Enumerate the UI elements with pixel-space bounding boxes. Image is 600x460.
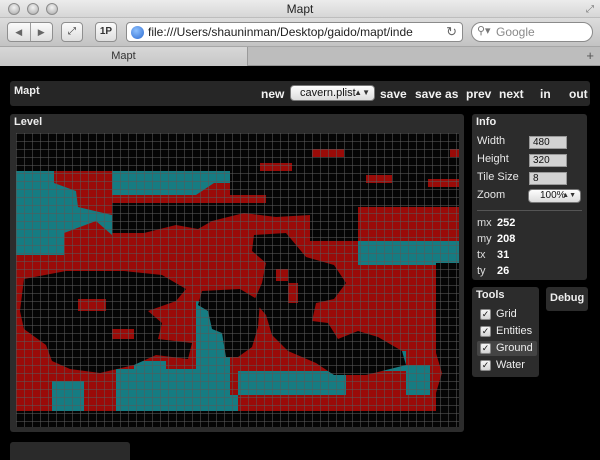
water-checkbox[interactable]: ✓ (480, 360, 491, 371)
reload-icon[interactable]: ↻ (446, 23, 457, 41)
save-as-button[interactable]: save as (415, 87, 458, 101)
bottom-panel-tab (10, 442, 130, 460)
tab-bar: Mapt + (0, 46, 600, 66)
tool-entities[interactable]: ✓ Entities (477, 324, 537, 339)
app-header: Mapt new cavern.plist ▲▼ save save as pr… (10, 81, 590, 106)
entities-checkbox[interactable]: ✓ (480, 326, 491, 337)
tool-ground[interactable]: ✓ Ground (477, 341, 537, 356)
save-button[interactable]: save (380, 87, 407, 101)
tool-label: Grid (496, 308, 517, 320)
globe-icon (131, 26, 144, 39)
tab-mapt[interactable]: Mapt (0, 47, 248, 66)
debug-title: Debug (550, 292, 585, 304)
next-button[interactable]: next (499, 87, 524, 101)
my-value: 208 (497, 233, 516, 245)
tx-label: tx (477, 249, 486, 261)
address-bar[interactable]: file:///Users/shauninman/Desktop/gaido/m… (126, 22, 463, 42)
prev-button[interactable]: prev (466, 87, 491, 101)
info-divider (477, 210, 582, 211)
tile-map[interactable] (16, 133, 459, 427)
close-window-button[interactable] (8, 3, 20, 15)
height-field[interactable]: 320 (529, 154, 567, 167)
tools-title: Tools (476, 289, 505, 301)
ground-checkbox[interactable]: ✓ (480, 343, 491, 354)
new-button[interactable]: new (261, 87, 284, 101)
level-map-canvas[interactable] (16, 133, 459, 427)
zoom-window-button[interactable] (46, 3, 58, 15)
updown-arrows-icon: ▲▼ (562, 192, 576, 199)
tool-grid[interactable]: ✓ Grid (477, 307, 537, 322)
zoom-label: Zoom (477, 189, 506, 201)
file-select-value: cavern.plist (300, 87, 356, 99)
new-tab-icon[interactable]: + (586, 47, 594, 65)
app-title: Mapt (14, 85, 40, 97)
width-field[interactable]: 480 (529, 136, 567, 149)
fullscreen-button[interactable]: ⤢ (61, 22, 83, 42)
tool-label: Ground (496, 342, 533, 354)
tx-value: 31 (497, 249, 510, 261)
url-text[interactable]: file:///Users/shauninman/Desktop/gaido/m… (148, 23, 440, 41)
app-area: Mapt new cavern.plist ▲▼ save save as pr… (0, 66, 600, 460)
tool-label: Entities (496, 325, 533, 337)
tilesize-field[interactable]: 8 (529, 172, 567, 185)
onepassword-button[interactable]: 1P (95, 22, 117, 42)
tilesize-label: Tile Size (477, 171, 519, 183)
debug-panel[interactable]: Debug (546, 287, 588, 311)
window-title: Mapt (286, 2, 314, 16)
search-icon: ⚲▾ (477, 25, 491, 37)
search-field[interactable]: ⚲▾ Google (471, 22, 593, 42)
zoom-out-button[interactable]: out (569, 87, 588, 101)
ty-value: 26 (497, 265, 510, 277)
zoom-select[interactable]: 100% ▲▼ (528, 189, 581, 203)
info-title: Info (476, 116, 497, 128)
file-select[interactable]: cavern.plist ▲▼ (290, 85, 375, 101)
back-button[interactable]: ◀ (8, 23, 30, 41)
zoom-in-button[interactable]: in (540, 87, 551, 101)
width-label: Width (477, 135, 506, 147)
tool-water[interactable]: ✓ Water (477, 358, 537, 373)
search-placeholder: Google (496, 25, 535, 39)
forward-button[interactable]: ▶ (29, 23, 53, 41)
height-label: Height (477, 153, 509, 165)
mx-value: 252 (497, 217, 516, 229)
ty-label: ty (477, 265, 486, 277)
tool-label: Water (496, 359, 525, 371)
my-label: my (477, 233, 492, 245)
level-panel: Level (10, 114, 464, 432)
grid-checkbox[interactable]: ✓ (480, 309, 491, 320)
info-panel: Info Width 480 Height 320 Tile Size 8 Zo… (472, 114, 587, 280)
level-title: Level (14, 116, 43, 128)
minimize-window-button[interactable] (27, 3, 39, 15)
fullscreen-resize-icon[interactable]: ⤢ (586, 1, 594, 19)
back-forward-group: ◀ ▶ (7, 22, 53, 42)
browser-toolbar: ◀ ▶ ⤢ 1P file:///Users/shauninman/Deskto… (0, 18, 600, 46)
mx-label: mx (477, 217, 492, 229)
window-titlebar: Mapt ⤢ (0, 0, 600, 18)
updown-arrows-icon: ▲▼ (354, 88, 370, 97)
tools-panel: Tools ✓ Grid ✓ Entities ✓ Ground ✓ Water (472, 287, 539, 377)
